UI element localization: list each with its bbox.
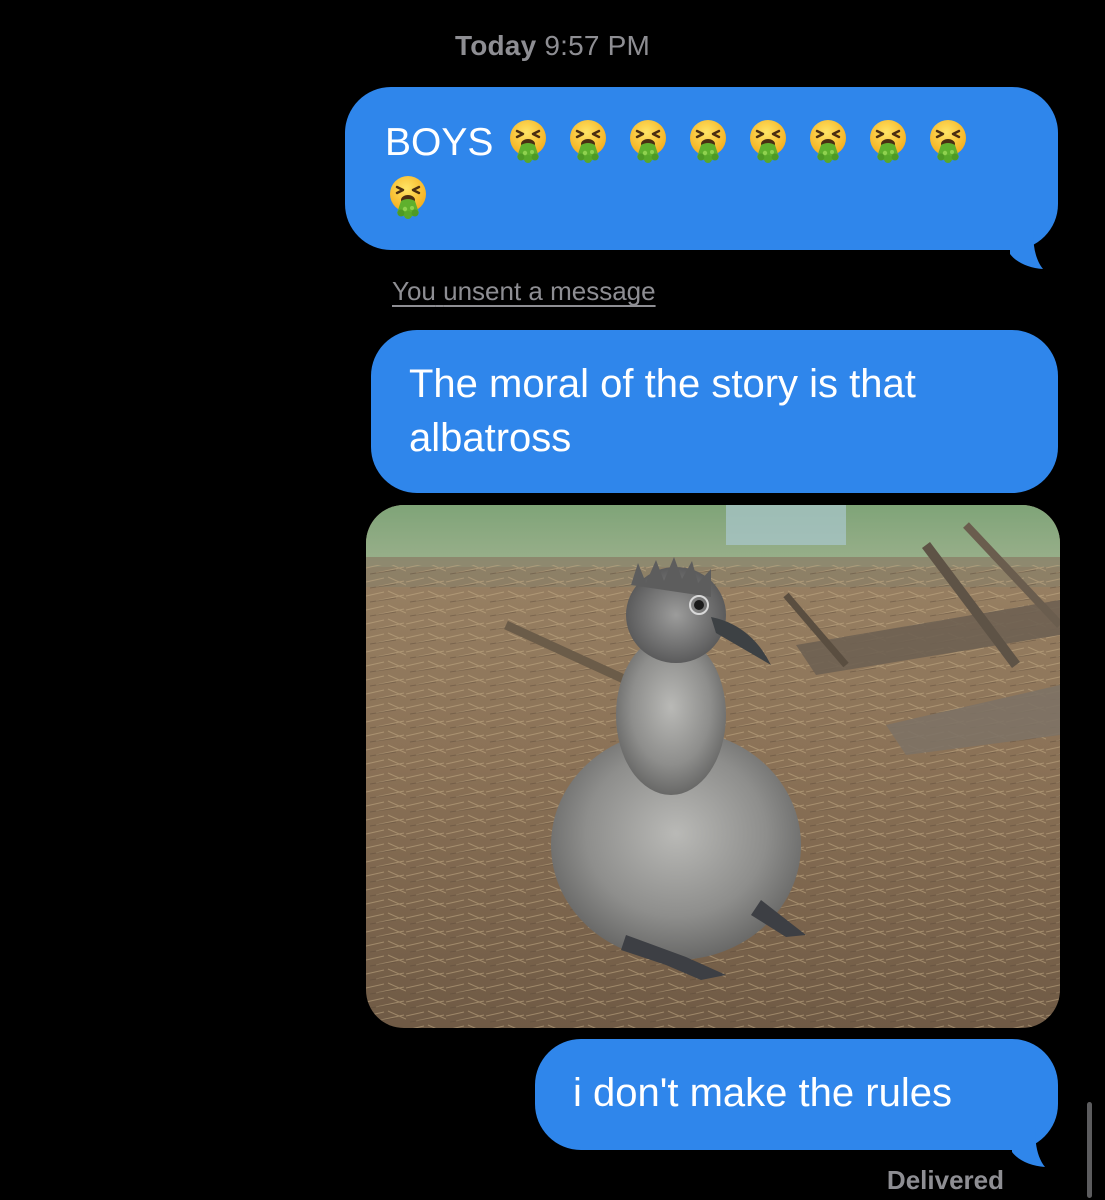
albatross-chick-photo[interactable]: [366, 505, 1060, 1028]
message-text: The moral of the story is that albatross: [409, 362, 916, 460]
unsent-actor: You: [392, 276, 436, 306]
message-text: BOYS: [385, 121, 494, 164]
face-vomiting-emoji: [745, 117, 791, 163]
timestamp-time: 9:57 PM: [544, 30, 651, 61]
face-vomiting-emoji: [505, 117, 551, 163]
scrollbar[interactable]: [1087, 1102, 1092, 1198]
face-vomiting-emoji: [865, 117, 911, 163]
timestamp-day: Today: [454, 30, 537, 61]
message-bubble-rules[interactable]: i don't make the rules: [535, 1039, 1058, 1150]
delivered-status: Delivered: [886, 1165, 1004, 1195]
face-vomiting-emoji: [625, 117, 671, 163]
message-bubble-moral[interactable]: The moral of the story is that albatross: [371, 330, 1058, 493]
message-bubble-boys[interactable]: BOYS: [345, 87, 1058, 250]
unsent-text: unsent a message: [443, 276, 656, 306]
messages-thread: Today 9:57 PM BOYS You unsent a message …: [0, 0, 1105, 1200]
thread-timestamp: Today 9:57 PM: [0, 30, 1105, 62]
face-vomiting-emoji: [805, 117, 851, 163]
bubble-tail: [1012, 1120, 1045, 1167]
message-text: i don't make the rules: [573, 1071, 952, 1115]
face-vomiting-emoji: [925, 117, 971, 163]
unsent-notice[interactable]: You unsent a message: [392, 276, 656, 307]
face-vomiting-emoji: [385, 173, 431, 219]
photo-image: [366, 505, 1060, 1028]
bubble-tail: [1010, 222, 1043, 269]
face-vomiting-emoji: [565, 117, 611, 163]
face-vomiting-emoji: [685, 117, 731, 163]
